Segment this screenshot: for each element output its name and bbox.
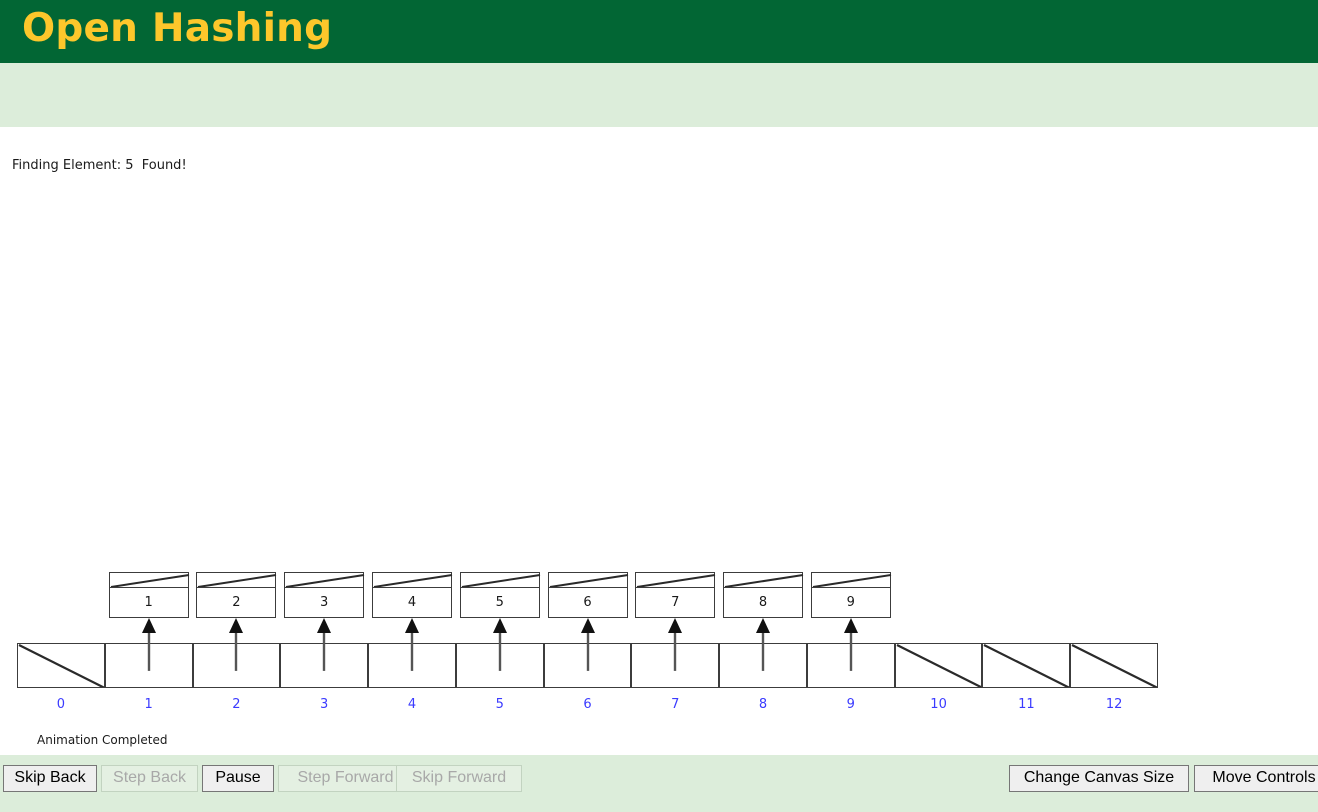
list-node-1[interactable]: 1 <box>108 572 189 618</box>
pause-button[interactable]: Pause <box>202 765 274 792</box>
list-pointer-arrow-2 <box>229 618 244 671</box>
list-pointer-arrow-6 <box>580 618 595 671</box>
skip-forward-button: Skip Forward <box>396 765 522 792</box>
list-node-7[interactable]: 7 <box>635 572 716 618</box>
node-value: 1 <box>108 587 189 618</box>
animation-canvas[interactable]: Finding Element: 5 Found! Animation Comp… <box>0 127 1318 755</box>
node-value: 9 <box>810 587 891 618</box>
hash-slot-label-12: 12 <box>1105 697 1123 712</box>
node-value: 6 <box>547 587 628 618</box>
node-next-pointer <box>723 572 804 588</box>
change-canvas-size-button[interactable]: Change Canvas Size <box>1009 765 1189 792</box>
list-pointer-arrow-9 <box>843 618 858 671</box>
skip-back-button[interactable]: Skip Back <box>3 765 97 792</box>
hash-slot-label-3: 3 <box>320 697 329 712</box>
list-pointer-arrow-5 <box>492 618 507 671</box>
node-value: 4 <box>371 587 452 618</box>
hash-slot-0[interactable] <box>17 643 105 688</box>
node-next-pointer <box>459 572 540 588</box>
list-node-2[interactable]: 2 <box>196 572 277 618</box>
app-root: Open Hashing Insert Delete Find Hash Int… <box>0 0 1318 812</box>
title-bar: Open Hashing <box>0 0 1318 63</box>
hash-slot-label-7: 7 <box>671 697 680 712</box>
node-value: 2 <box>196 587 277 618</box>
hash-slot-12[interactable] <box>1070 643 1158 688</box>
hash-slot-label-1: 1 <box>144 697 153 712</box>
status-text: Finding Element: 5 Found! <box>12 158 187 173</box>
top-control-bar: Insert Delete Find Hash Integer Hash Str… <box>0 63 1318 186</box>
hash-slot-label-0: 0 <box>56 697 66 712</box>
animation-status-text: Animation Completed <box>37 733 168 747</box>
list-pointer-arrow-8 <box>756 618 771 671</box>
node-next-pointer <box>196 572 277 588</box>
step-forward-button: Step Forward <box>278 765 413 792</box>
hash-slot-11[interactable] <box>982 643 1071 688</box>
node-value: 5 <box>459 587 540 618</box>
hash-slot-label-9: 9 <box>846 697 855 712</box>
list-node-9[interactable]: 9 <box>810 572 891 618</box>
bottom-control-bar: Skip Back Step Back Pause Step Forward Skip … <box>0 755 1318 812</box>
null-pointer-slash-icon <box>18 644 104 687</box>
hash-slot-label-8: 8 <box>758 697 768 712</box>
hash-slot-10[interactable] <box>894 643 983 688</box>
hash-slot-label-10: 10 <box>930 697 947 712</box>
list-node-4[interactable]: 4 <box>371 572 453 618</box>
list-node-5[interactable]: 5 <box>459 572 540 618</box>
hash-slot-label-4: 4 <box>407 697 417 712</box>
node-next-pointer <box>108 572 189 588</box>
list-pointer-arrow-1 <box>141 618 156 671</box>
node-value: 8 <box>723 587 804 618</box>
list-node-8[interactable]: 8 <box>723 572 804 618</box>
node-next-pointer <box>284 572 365 588</box>
node-next-pointer <box>547 572 628 588</box>
null-pointer-slash-icon <box>896 644 982 687</box>
list-pointer-arrow-3 <box>317 618 332 671</box>
node-value: 3 <box>284 587 365 618</box>
page-title: Open Hashing <box>22 6 333 51</box>
list-pointer-arrow-7 <box>668 618 683 671</box>
null-pointer-slash-icon <box>983 644 1070 687</box>
node-next-pointer <box>635 572 716 588</box>
hash-slot-label-6: 6 <box>583 697 592 712</box>
move-controls-button[interactable]: Move Controls <box>1194 765 1318 792</box>
hash-slot-label-11: 11 <box>1018 697 1035 712</box>
node-value: 7 <box>635 587 716 618</box>
step-back-button: Step Back <box>101 765 198 792</box>
node-next-pointer <box>371 572 453 588</box>
hash-slot-label-2: 2 <box>232 697 241 712</box>
list-node-3[interactable]: 3 <box>284 572 365 618</box>
null-pointer-slash-icon <box>1071 644 1157 687</box>
list-node-6[interactable]: 6 <box>547 572 628 618</box>
list-pointer-arrow-4 <box>404 618 419 671</box>
node-next-pointer <box>810 572 891 588</box>
hash-slot-label-5: 5 <box>495 697 504 712</box>
